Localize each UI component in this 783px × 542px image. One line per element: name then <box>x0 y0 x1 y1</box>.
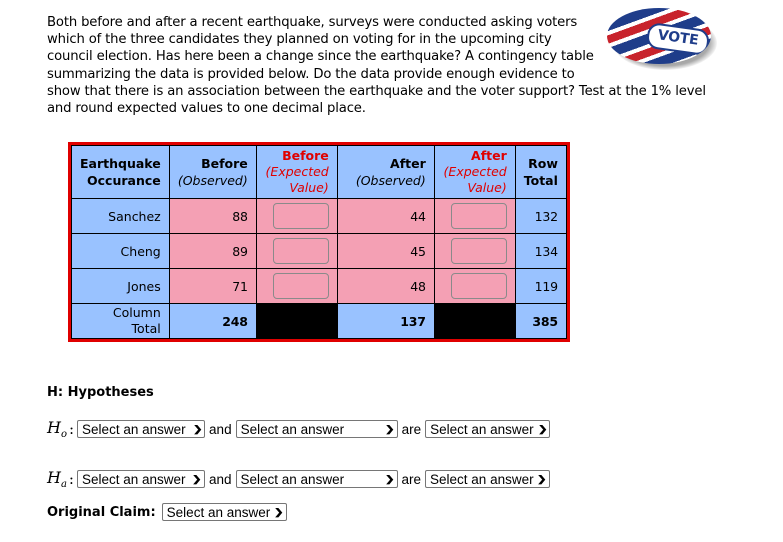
label-text: Total <box>131 321 161 336</box>
alternative-hypothesis-row: Ha : Select an answer ❯ and Select an an… <box>47 468 551 491</box>
conjunction-are: are <box>401 421 422 437</box>
colon: : <box>68 470 74 489</box>
header-before-observed: Before (Observed) <box>168 145 257 199</box>
table-row: Jones 71 48 119 <box>71 268 567 304</box>
before-expected-cell <box>255 198 338 234</box>
conjunction-and: and <box>208 471 232 487</box>
original-claim-row: Original Claim: Select an answer ❯ <box>47 503 287 521</box>
blocked-cell <box>255 303 338 339</box>
before-observed-cell: 88 <box>168 198 257 234</box>
alt-select-3[interactable]: Select an answer ❯ <box>425 470 551 489</box>
header-after-observed: After (Observed) <box>336 145 435 199</box>
problem-statement: VOTE Both before and after a recent eart… <box>47 8 717 117</box>
header-subtext: (Expected <box>265 164 329 179</box>
row-label: Sanchez <box>71 198 170 234</box>
header-text: Row <box>528 156 558 171</box>
null-hypothesis-row: Ho : Select an answer ❯ and Select an an… <box>47 418 551 441</box>
before-expected-input[interactable] <box>272 273 329 299</box>
header-before-expected: Before (Expected Value) <box>255 145 338 199</box>
after-expected-cell <box>433 268 516 304</box>
header-text: Before <box>282 148 329 163</box>
original-claim-select[interactable]: Select an answer ❯ <box>161 503 287 521</box>
table-row: Cheng 89 45 134 <box>71 233 567 269</box>
header-subtext: Value) <box>289 180 329 195</box>
header-text: Total <box>523 173 558 188</box>
header-text: Occurance <box>87 173 161 188</box>
row-label: Jones <box>71 268 170 304</box>
before-observed-cell: 89 <box>168 233 257 269</box>
select-value: Select an answer <box>166 504 271 520</box>
select-value: Select an answer <box>240 421 345 437</box>
null-select-3[interactable]: Select an answer ❯ <box>425 420 551 439</box>
select-value: Select an answer <box>81 471 186 487</box>
null-select-2[interactable]: Select an answer ❯ <box>235 420 398 439</box>
header-subtext: (Observed) <box>177 173 248 188</box>
before-expected-cell <box>255 268 338 304</box>
hypotheses-heading: H: Hypotheses <box>47 385 154 400</box>
chevron-down-icon: ❯ <box>273 506 284 517</box>
row-total-cell: 119 <box>514 268 567 304</box>
row-total-cell: 134 <box>514 233 567 269</box>
contingency-table: Earthquake Occurance Before (Observed) B… <box>68 142 570 342</box>
before-observed-cell: 71 <box>168 268 257 304</box>
after-expected-input[interactable] <box>450 238 507 264</box>
after-expected-cell <box>433 198 516 234</box>
row-total-cell: 132 <box>514 198 567 234</box>
select-value: Select an answer <box>82 421 186 437</box>
header-subtext: (Observed) <box>355 173 426 188</box>
header-text: Earthquake <box>80 156 161 171</box>
column-total-label: Column Total <box>71 303 170 339</box>
header-text: After <box>471 148 507 163</box>
vote-buttons-image: VOTE <box>607 8 719 70</box>
blocked-cell <box>433 303 516 339</box>
header-row-total: Row Total <box>514 145 567 199</box>
null-hypothesis-symbol: Ho <box>47 418 67 441</box>
header-after-expected: After (Expected Value) <box>433 145 516 199</box>
alt-select-2[interactable]: Select an answer ❯ <box>235 470 398 489</box>
header-subtext: Value) <box>467 180 507 195</box>
header-earthquake-occurance: Earthquake Occurance <box>71 145 170 199</box>
image-disc: VOTE <box>607 8 711 64</box>
grand-total: 385 <box>514 303 567 339</box>
before-expected-cell <box>255 233 338 269</box>
totals-row: Column Total 248 137 385 <box>71 303 567 339</box>
chevron-down-icon: ❯ <box>384 473 395 484</box>
after-expected-cell <box>433 233 516 269</box>
conjunction-and: and <box>209 421 232 437</box>
alt-select-1[interactable]: Select an answer ❯ <box>76 470 205 489</box>
conjunction-are: are <box>401 471 422 487</box>
after-expected-input[interactable] <box>450 203 507 229</box>
after-observed-cell: 48 <box>336 268 435 304</box>
original-claim-label: Original Claim: <box>47 504 156 520</box>
chevron-down-icon: ❯ <box>192 473 203 484</box>
alternative-hypothesis-symbol: Ha <box>47 468 67 491</box>
chevron-down-icon: ❯ <box>537 423 548 434</box>
before-column-total: 248 <box>168 303 257 339</box>
null-select-1[interactable]: Select an answer ❯ <box>77 420 206 439</box>
after-column-total: 137 <box>336 303 435 339</box>
before-expected-input[interactable] <box>272 203 329 229</box>
after-observed-cell: 45 <box>336 233 435 269</box>
chevron-down-icon: ❯ <box>192 423 203 434</box>
label-text: Column <box>112 305 161 320</box>
chevron-down-icon: ❯ <box>537 473 548 484</box>
row-label: Cheng <box>71 233 170 269</box>
after-observed-cell: 44 <box>336 198 435 234</box>
colon: : <box>68 420 75 439</box>
select-value: Select an answer <box>240 471 345 487</box>
table-row: Sanchez 88 44 132 <box>71 198 567 234</box>
select-value: Select an answer <box>430 471 534 487</box>
table-header-row: Earthquake Occurance Before (Observed) B… <box>71 145 567 199</box>
before-expected-input[interactable] <box>272 238 329 264</box>
header-text: Before <box>201 156 248 171</box>
vote-label: VOTE <box>645 21 711 57</box>
after-expected-input[interactable] <box>450 273 507 299</box>
select-value: Select an answer <box>430 421 534 437</box>
header-subtext: (Expected <box>443 164 507 179</box>
header-text: After <box>390 156 426 171</box>
chevron-down-icon: ❯ <box>384 423 395 434</box>
